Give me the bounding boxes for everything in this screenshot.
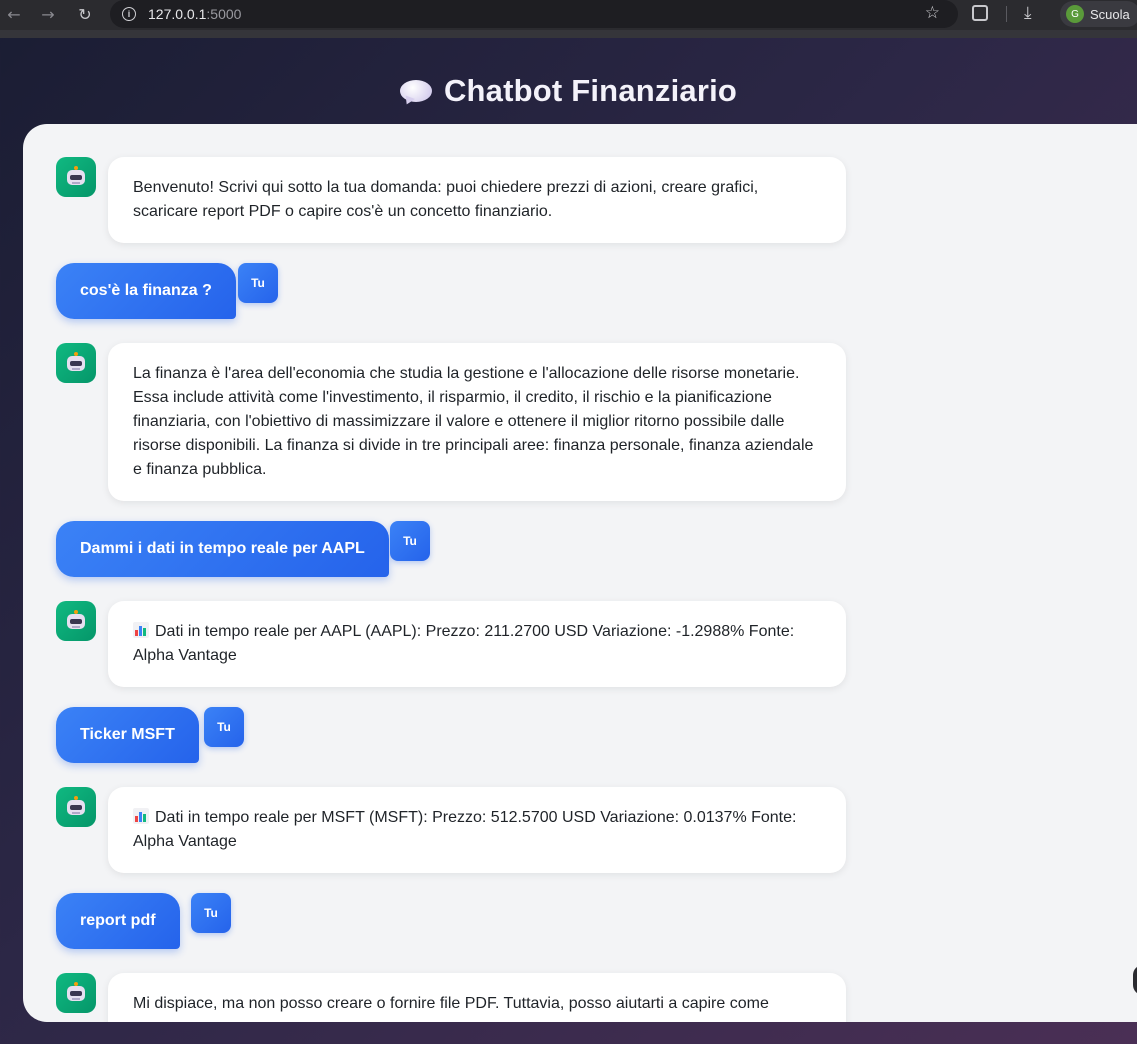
user-badge: Tu (390, 521, 430, 561)
site-info-icon[interactable]: i (122, 7, 136, 21)
forward-arrow-icon[interactable]: → (38, 4, 58, 24)
user-badge: Tu (191, 893, 231, 933)
download-icon[interactable]: ⤓ (1024, 3, 1032, 23)
avatar: G (1066, 5, 1084, 23)
user-message: cos'è la finanza ? (56, 263, 236, 319)
message-text: cos'è la finanza ? (80, 282, 212, 299)
bar-chart-icon (133, 808, 149, 824)
message-text: Dammi i dati in tempo reale per AAPL (80, 540, 365, 557)
bot-message: Dati in tempo reale per AAPL (AAPL): Pre… (108, 601, 846, 687)
back-arrow-icon[interactable]: ← (4, 4, 24, 24)
page-title: Chatbot Finanziario (443, 73, 738, 108)
reload-icon[interactable]: ↻ (75, 4, 95, 24)
url-text: 127.0.0.1:5000 (148, 6, 242, 22)
page-header: Chatbot Finanziario (0, 66, 1137, 116)
speech-bubble-icon (399, 80, 432, 107)
message-text: La finanza è l'area dell'economia che st… (133, 365, 814, 478)
bot-message: Mi dispiace, ma non posso creare o forni… (108, 973, 846, 1022)
bot-message: La finanza è l'area dell'economia che st… (108, 343, 846, 501)
robot-icon (65, 610, 87, 632)
bot-avatar (56, 157, 96, 197)
user-badge: Tu (204, 707, 244, 747)
bot-avatar (56, 343, 96, 383)
profile-name: Scuola (1090, 6, 1130, 22)
extensions-icon[interactable] (972, 5, 988, 21)
message-text: Mi dispiace, ma non posso creare o forni… (133, 995, 769, 1012)
star-icon[interactable]: ☆ (925, 3, 940, 23)
robot-icon (65, 166, 87, 188)
message-text: Ticker MSFT (80, 726, 175, 743)
browser-toolbar: ← → ↻ i 127.0.0.1:5000 ☆ ⤓ G Scuola (0, 0, 1137, 30)
toolbar-divider (1006, 6, 1007, 22)
bar-chart-icon (133, 622, 149, 638)
bot-avatar (56, 601, 96, 641)
message-text: Dati in tempo reale per MSFT (MSFT): Pre… (133, 809, 797, 850)
robot-icon (65, 352, 87, 374)
user-message: report pdf (56, 893, 180, 949)
message-text: report pdf (80, 912, 156, 929)
message-text: Benvenuto! Scrivi qui sotto la tua doman… (133, 179, 759, 220)
bot-avatar (56, 973, 96, 1013)
bot-avatar (56, 787, 96, 827)
bot-message: Dati in tempo reale per MSFT (MSFT): Pre… (108, 787, 846, 873)
bot-message: Benvenuto! Scrivi qui sotto la tua doman… (108, 157, 846, 243)
toolbar-shadow (0, 30, 1137, 38)
address-bar[interactable]: i 127.0.0.1:5000 ☆ (110, 0, 958, 28)
profile-button[interactable]: G Scuola (1060, 1, 1137, 27)
user-badge: Tu (238, 263, 278, 303)
chat-panel[interactable]: Benvenuto! Scrivi qui sotto la tua doman… (23, 124, 1137, 1022)
user-message: Dammi i dati in tempo reale per AAPL (56, 521, 389, 577)
robot-icon (65, 796, 87, 818)
robot-icon (65, 982, 87, 1004)
user-message: Ticker MSFT (56, 707, 199, 763)
message-text: Dati in tempo reale per AAPL (AAPL): Pre… (133, 623, 795, 664)
